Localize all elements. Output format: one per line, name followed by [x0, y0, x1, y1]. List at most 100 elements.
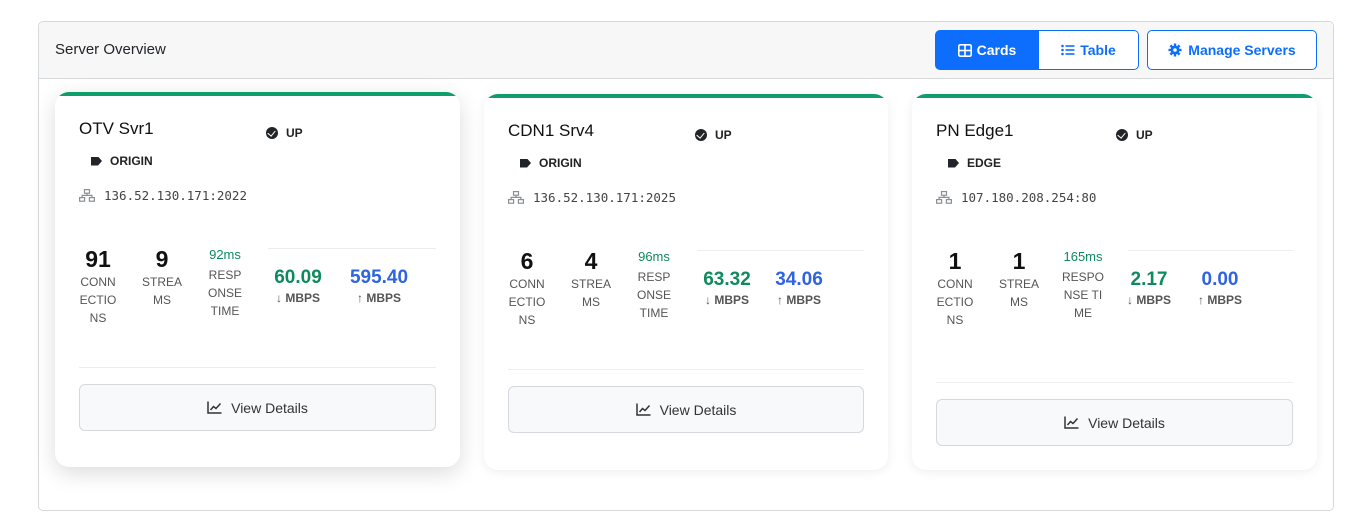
download-value: 2.17 — [1130, 269, 1168, 290]
grid-icon — [957, 43, 972, 57]
response-stat: 165ms RESPONSE TIME — [1062, 246, 1104, 322]
connections-label: CONNECTIONS — [508, 277, 546, 327]
streams-label: STREAMS — [571, 277, 612, 309]
download-label: ↓ MBPS — [275, 291, 320, 305]
upload-value: 595.40 — [349, 267, 409, 288]
server-address: 136.52.130.171:2022 — [79, 188, 247, 203]
upload-stat: 0.00 ↑ MBPS — [1193, 269, 1247, 307]
type-label: ORIGIN — [110, 154, 153, 168]
streams-value: 9 — [155, 246, 169, 272]
status-bar — [912, 94, 1317, 98]
streams-stat: 1 STREAMS — [999, 248, 1039, 311]
view-toggle: Cards Table — [935, 30, 1139, 70]
view-details-label: View Details — [231, 399, 308, 416]
network-icon — [79, 189, 95, 202]
address-text: 136.52.130.171:2025 — [533, 190, 676, 205]
download-label: ↓ MBPS — [1126, 293, 1171, 307]
connections-label: CONNECTIONS — [79, 275, 117, 325]
page-title: Server Overview — [55, 41, 166, 58]
response-value: 92ms — [209, 247, 241, 262]
upload-label: ↑ MBPS — [776, 293, 821, 307]
network-icon — [508, 191, 524, 204]
streams-label: STREAMS — [999, 277, 1040, 309]
stats-top-rule — [268, 248, 436, 249]
chart-line-icon — [635, 403, 651, 416]
response-stat: 92ms RESPONSE TIME — [205, 244, 245, 320]
view-details-button[interactable]: View Details — [79, 384, 436, 431]
status-badge: UP — [695, 128, 732, 142]
server-type: ORIGIN — [91, 154, 153, 168]
download-stat: 2.17 ↓ MBPS — [1123, 269, 1175, 307]
upload-stat: 34.06 ↑ MBPS — [768, 269, 830, 307]
tag-icon — [520, 158, 531, 168]
upload-label: ↑ MBPS — [356, 291, 401, 305]
server-type: ORIGIN — [520, 156, 582, 170]
cards-label: Cards — [976, 42, 1017, 58]
address-text: 136.52.130.171:2022 — [104, 188, 247, 203]
connections-value: 6 — [520, 248, 534, 274]
status-label: UP — [715, 128, 732, 142]
table-label: Table — [1080, 42, 1116, 58]
status-label: UP — [286, 126, 303, 140]
streams-value: 4 — [584, 248, 598, 274]
check-circle-icon — [1116, 129, 1128, 141]
download-value: 60.09 — [274, 267, 322, 288]
gear-icon — [1168, 43, 1182, 57]
response-label: RESPONSE TIME — [1062, 270, 1105, 320]
server-type: EDGE — [948, 156, 1001, 170]
connections-value: 91 — [85, 246, 111, 272]
status-badge: UP — [266, 126, 303, 140]
download-stat: 60.09 ↓ MBPS — [266, 267, 330, 305]
upload-label: ↑ MBPS — [1197, 293, 1242, 307]
connections-stat: 91 CONNECTIONS — [78, 246, 118, 327]
response-value: 96ms — [638, 249, 670, 264]
stats-top-rule — [697, 250, 864, 251]
connections-label: CONNECTIONS — [936, 277, 974, 327]
response-value: 165ms — [1063, 249, 1103, 264]
panel-header: Server Overview Cards Table Manage Serve… — [39, 22, 1333, 79]
response-label: RESPONSE TIME — [636, 270, 671, 320]
view-details-label: View Details — [1088, 414, 1165, 431]
upload-value: 34.06 — [775, 269, 823, 290]
chart-line-icon — [207, 401, 222, 414]
connections-value: 1 — [948, 248, 962, 274]
view-details-button[interactable]: View Details — [936, 399, 1293, 446]
connections-stat: 1 CONNECTIONS — [935, 248, 975, 329]
status-bar — [484, 94, 888, 98]
check-circle-icon — [266, 127, 278, 139]
list-icon — [1061, 44, 1075, 56]
streams-stat: 4 STREAMS — [571, 248, 611, 311]
view-details-button[interactable]: View Details — [508, 386, 864, 433]
connections-stat: 6 CONNECTIONS — [507, 248, 547, 329]
streams-stat: 9 STREAMS — [142, 246, 182, 309]
download-label: ↓ MBPS — [704, 293, 749, 307]
manage-label: Manage Servers — [1188, 42, 1296, 58]
upload-stat: 595.40 ↑ MBPS — [349, 267, 409, 305]
manage-servers-button[interactable]: Manage Servers — [1147, 30, 1317, 70]
streams-value: 1 — [1012, 248, 1026, 274]
table-view-button[interactable]: Table — [1039, 30, 1139, 70]
status-bar — [55, 92, 460, 96]
server-address: 107.180.208.254:80 — [936, 190, 1096, 205]
response-label: RESPONSE TIME — [207, 268, 242, 318]
tag-icon — [91, 156, 102, 166]
server-address: 136.52.130.171:2025 — [508, 190, 676, 205]
type-label: EDGE — [967, 156, 1002, 170]
upload-value: 0.00 — [1201, 269, 1239, 290]
response-stat: 96ms RESPONSE TIME — [634, 246, 674, 322]
card-divider — [508, 369, 864, 370]
server-card: CDN1 Srv4 UP ORIGIN 136.52.130.171:2025 … — [484, 94, 888, 470]
status-label: UP — [1136, 128, 1153, 142]
download-stat: 63.32 ↓ MBPS — [695, 269, 759, 307]
status-badge: UP — [1116, 128, 1153, 142]
server-card: PN Edge1 UP EDGE 107.180.208.254:80 1 CO… — [912, 94, 1317, 470]
check-circle-icon — [695, 129, 707, 141]
type-label: ORIGIN — [539, 156, 582, 170]
server-name: PN Edge1 — [936, 121, 1014, 140]
download-value: 63.32 — [703, 269, 751, 290]
tag-icon — [948, 158, 959, 168]
cards-view-button[interactable]: Cards — [935, 30, 1039, 70]
stats-top-rule — [1128, 250, 1293, 251]
server-name: CDN1 Srv4 — [508, 121, 594, 140]
network-icon — [936, 191, 952, 204]
